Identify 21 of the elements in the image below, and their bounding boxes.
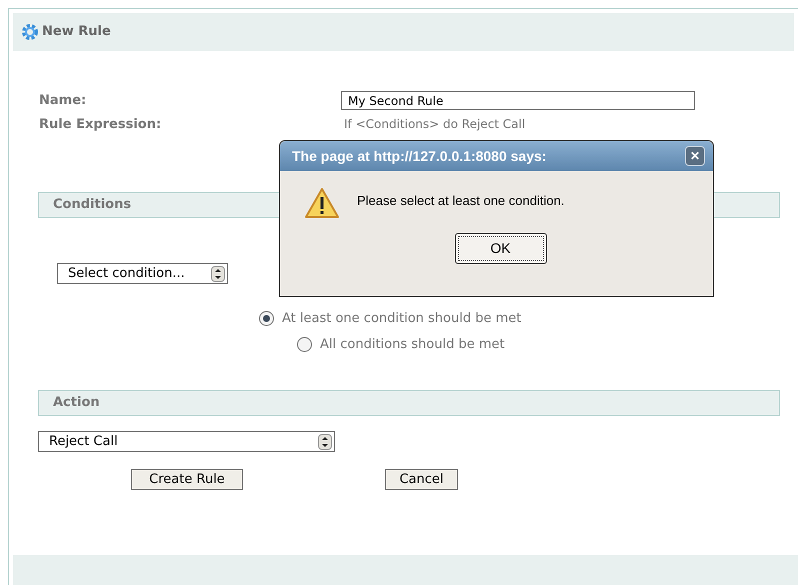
name-field[interactable]: My Second Rule <box>341 91 695 110</box>
gear-icon <box>21 23 39 41</box>
name-label: Name: <box>39 92 88 110</box>
form-button[interactable]: Cancel <box>385 469 458 490</box>
dialog-message: Please select at least one condition. <box>357 192 564 210</box>
expression-label: Rule Expression: <box>39 116 162 134</box>
dialog-title: The page at http://127.0.0.1:8080 says: <box>292 146 546 166</box>
warning-icon <box>304 187 340 219</box>
ok-button[interactable]: OK <box>454 233 546 264</box>
spinner-icon <box>318 434 332 450</box>
radio-option[interactable]: All conditions should be met <box>297 334 798 354</box>
form-button[interactable]: Create Rule <box>131 469 243 490</box>
close-button[interactable]: ✕ <box>685 146 705 166</box>
spinner-icon <box>211 266 225 282</box>
section-title: Action <box>53 394 100 412</box>
expression-text: If <Conditions> do Reject Call <box>343 116 526 132</box>
panel-title: New Rule <box>42 23 111 42</box>
dropdown[interactable]: Reject Call <box>38 431 335 452</box>
radio-option[interactable]: At least one condition should be met <box>259 309 798 328</box>
dropdown[interactable]: Select condition... <box>57 263 228 284</box>
section-title: Conditions <box>53 196 132 214</box>
